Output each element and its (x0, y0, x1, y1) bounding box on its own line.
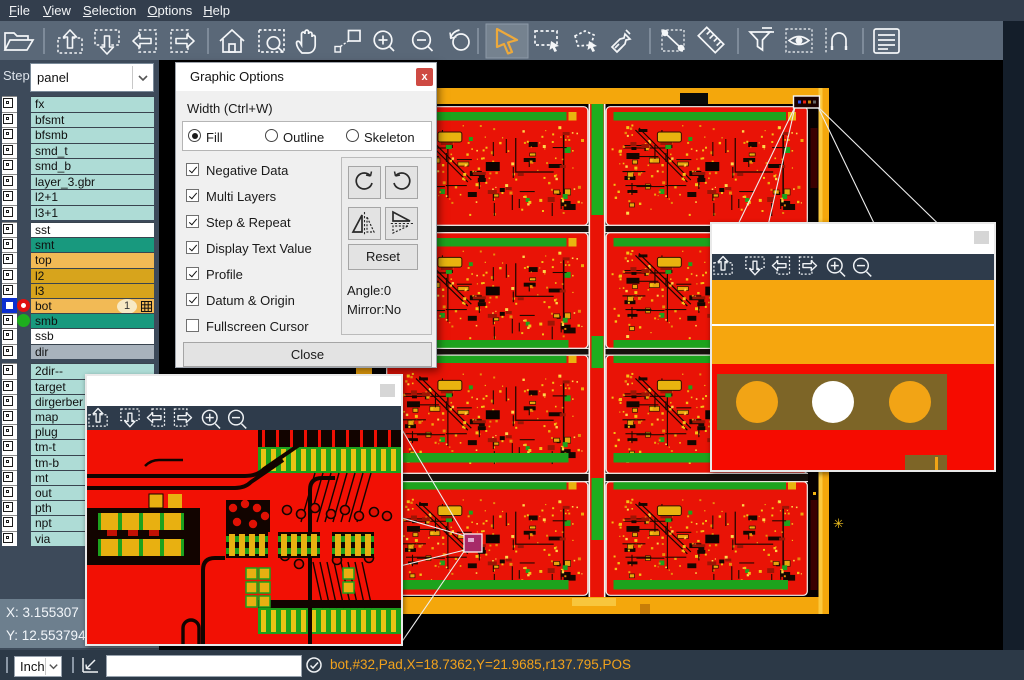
svg-text:✳: ✳ (833, 516, 844, 531)
